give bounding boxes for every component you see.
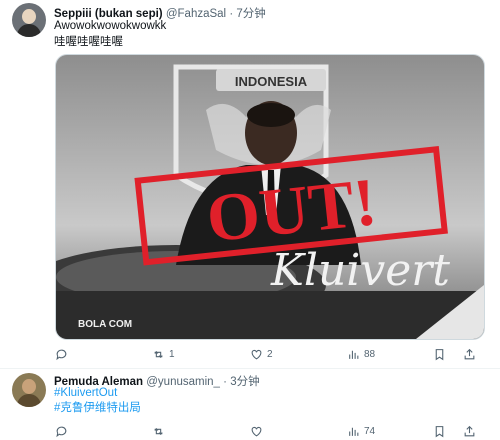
like-button[interactable]: 2: [250, 345, 273, 363]
avatar[interactable]: [12, 373, 46, 407]
retweet-icon: [154, 427, 163, 435]
heart-icon: [251, 426, 262, 436]
bookmark-icon: [435, 425, 444, 437]
avatar-head: [22, 379, 36, 394]
hashtag-link[interactable]: #克鲁伊维特出局: [54, 401, 141, 416]
retweet-count: 1: [169, 348, 175, 360]
timestamp[interactable]: 3分钟: [230, 376, 259, 388]
views-button[interactable]: 74: [347, 422, 375, 440]
reply-button[interactable]: [55, 345, 72, 363]
views-count: 74: [364, 425, 376, 437]
separator: ·: [229, 8, 234, 20]
tweet-text-line: 哇喔哇喔哇喔: [54, 36, 123, 48]
user-handle[interactable]: @yunusamin_: [146, 376, 220, 388]
share-icon: [464, 348, 475, 359]
share-button[interactable]: [463, 345, 476, 363]
retweet-icon: [154, 350, 163, 358]
bookmark-icon: [435, 348, 444, 360]
views-button[interactable]: 88: [347, 345, 375, 363]
tweet[interactable]: Pemuda Aleman @yunusamin_ · 3分钟 #Kluiver…: [0, 368, 500, 440]
user-handle[interactable]: @FahzaSal: [166, 8, 226, 20]
views-icon: [349, 427, 359, 436]
bookmark-button[interactable]: [433, 422, 446, 440]
reply-icon: [56, 349, 67, 360]
crest-label: INDONESIA: [235, 74, 308, 89]
tweet-image[interactable]: INDONESIA OUT! Kluivert BOLA COM: [55, 54, 485, 340]
retweet-button[interactable]: 1: [152, 345, 175, 363]
separator: ·: [223, 376, 227, 388]
avatar-body: [17, 394, 41, 407]
share-button[interactable]: [463, 422, 476, 440]
image-graphic: INDONESIA OUT! Kluivert BOLA COM: [56, 55, 484, 339]
views-count: 88: [364, 348, 376, 360]
avatar-head: [22, 9, 36, 24]
watermark: BOLA COM: [78, 319, 132, 330]
tweet-actions: 74: [55, 422, 483, 440]
like-count: 2: [267, 348, 273, 360]
retweet-button[interactable]: [152, 422, 169, 440]
views-icon: [349, 350, 359, 359]
hashtag-link[interactable]: #KluivertOut: [54, 386, 117, 401]
avatar[interactable]: [12, 3, 46, 37]
timestamp[interactable]: 7分钟: [236, 8, 265, 20]
heart-icon: [251, 349, 262, 359]
tweet[interactable]: Seppiii (bukan sepi) @FahzaSal · 7分钟 Awo…: [0, 0, 500, 369]
reply-icon: [56, 426, 67, 437]
tweet-text-line: Awowokwowokwowkk: [54, 20, 167, 32]
like-button[interactable]: [250, 422, 267, 440]
signature: Kluivert: [270, 245, 450, 296]
reply-button[interactable]: [55, 422, 72, 440]
avatar-body: [17, 24, 41, 37]
share-icon: [464, 425, 475, 436]
tweet-actions: 1 2 88: [55, 345, 483, 363]
bookmark-button[interactable]: [433, 345, 446, 363]
